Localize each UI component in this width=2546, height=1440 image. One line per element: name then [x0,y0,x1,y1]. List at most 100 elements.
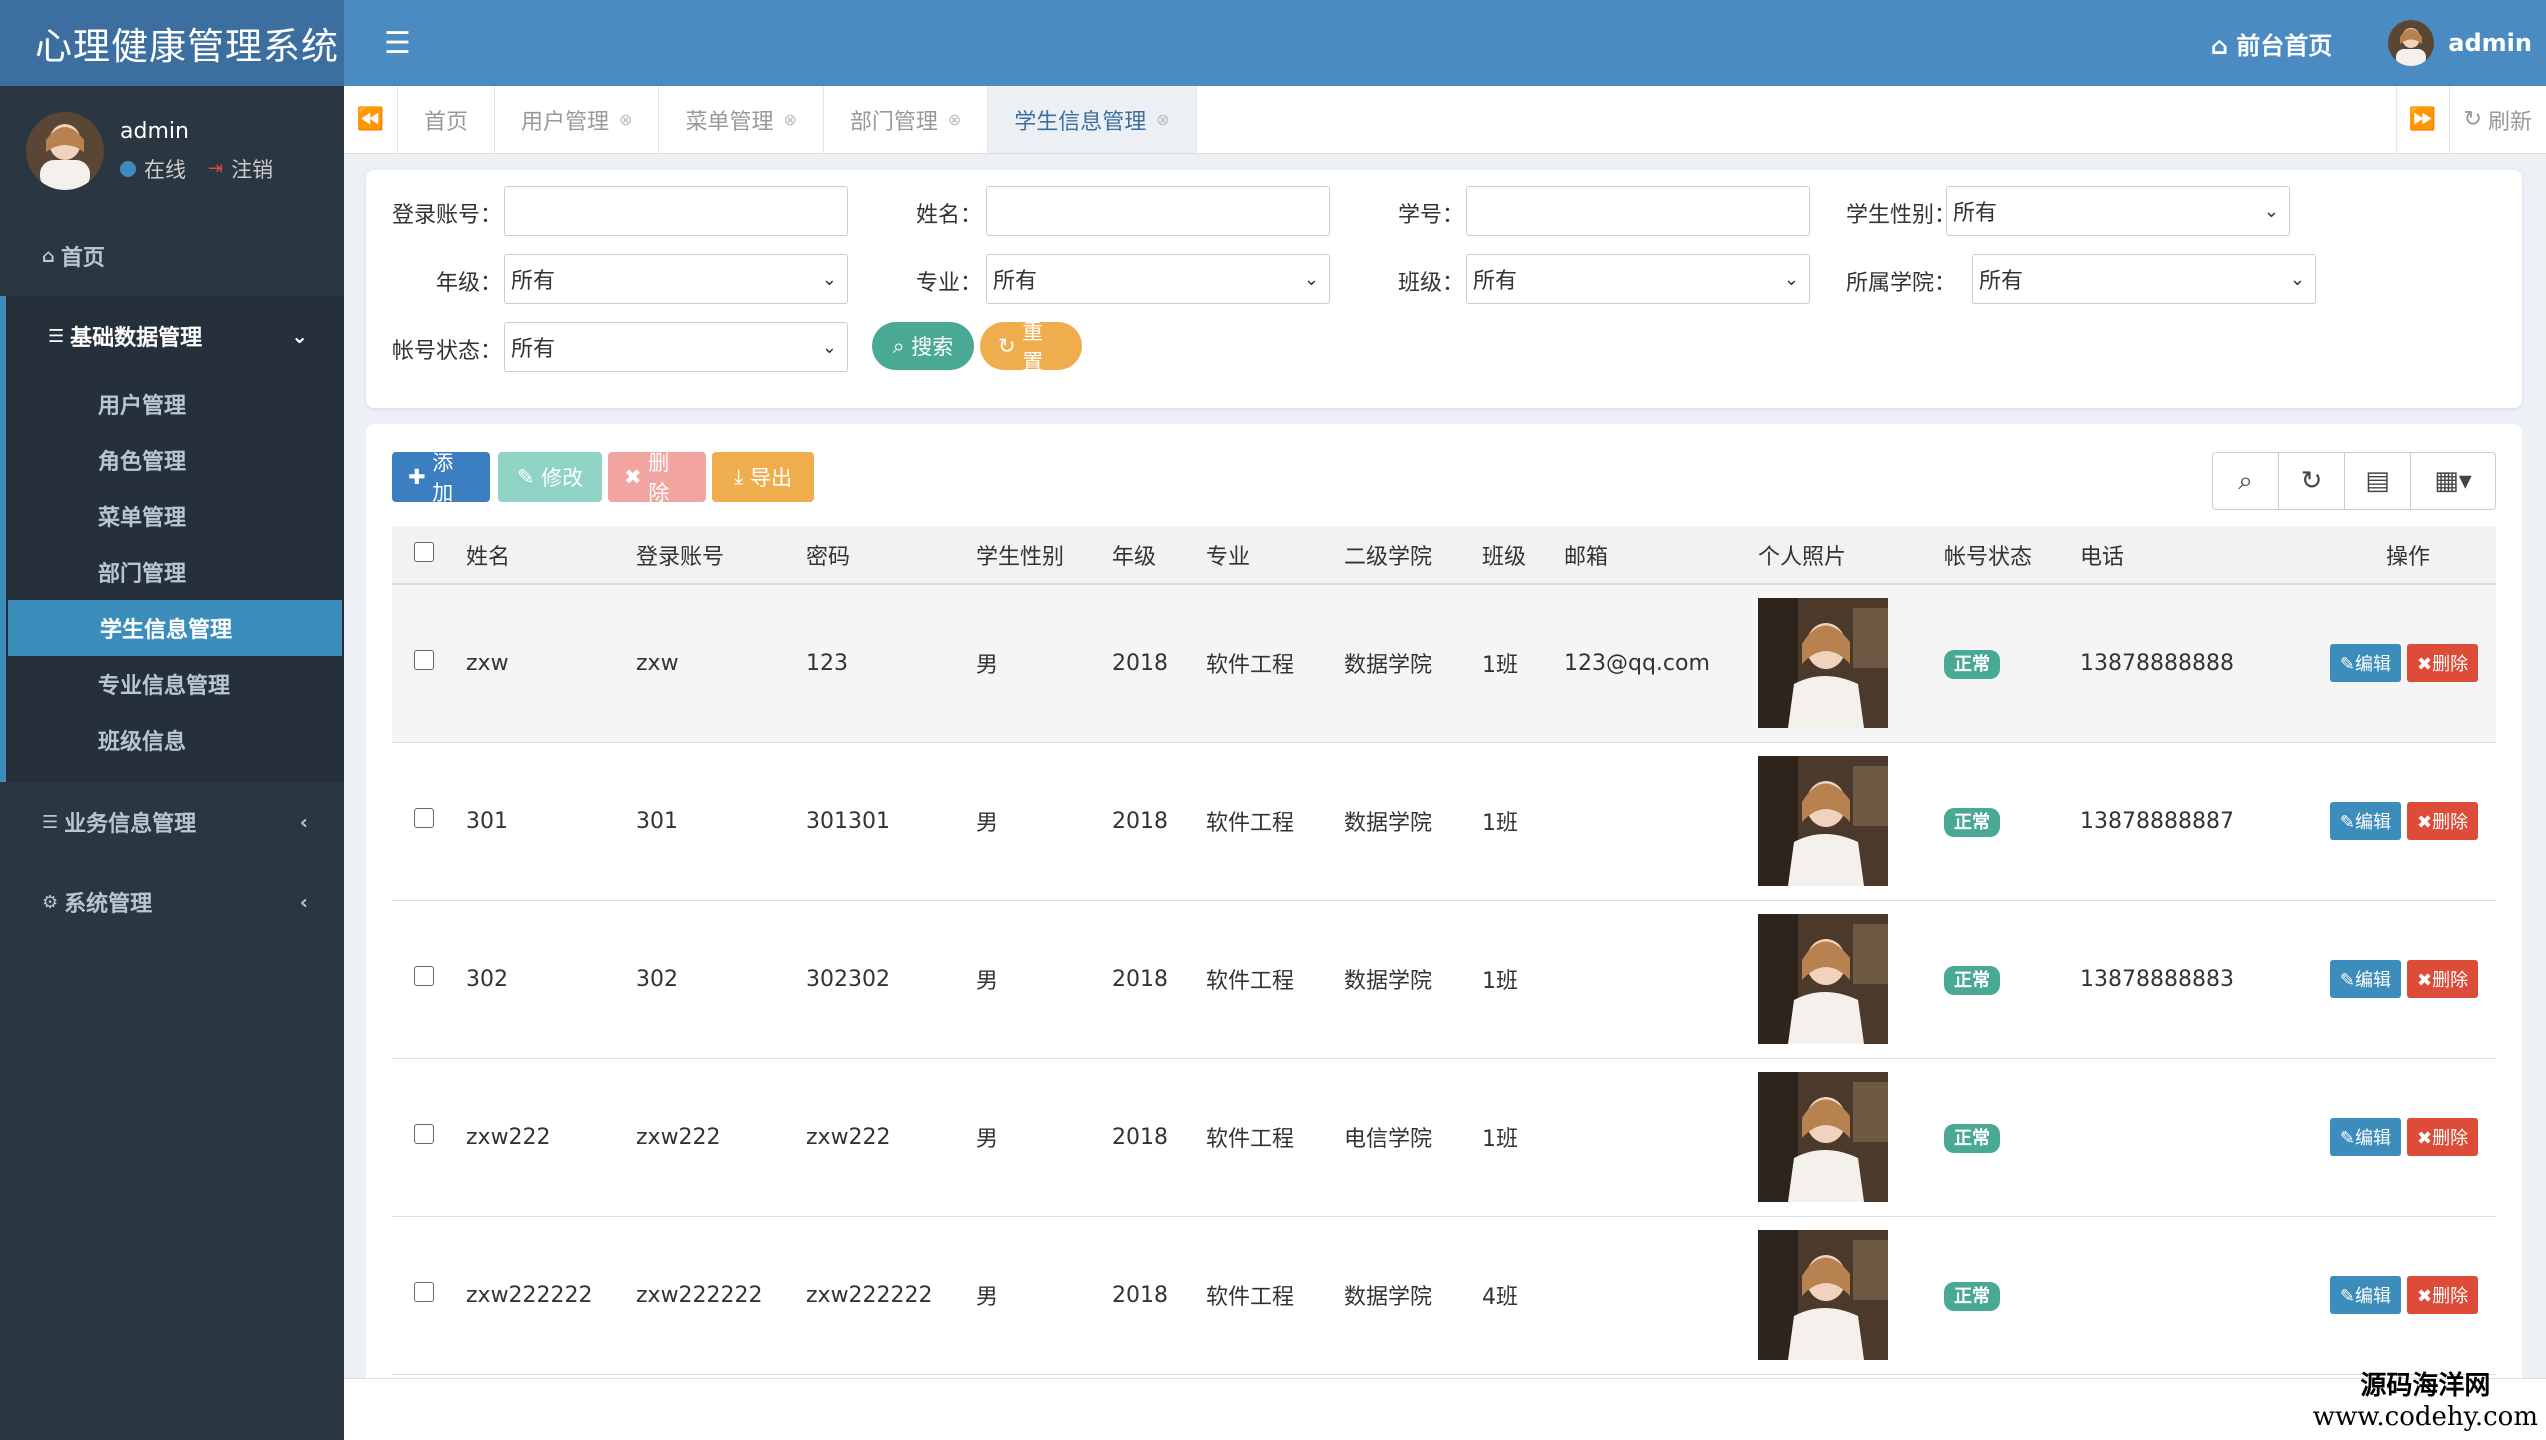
student-photo[interactable] [1758,1230,1888,1360]
tab-home[interactable]: 首页 [398,86,496,153]
col-header-email[interactable]: 邮箱 [1556,526,1750,585]
sidebar-item-user-mgmt[interactable]: 用户管理 [6,376,344,432]
cell-password: 301301 [798,742,968,901]
logout-icon[interactable]: ⇥ [208,158,223,179]
col-header-college[interactable]: 二级学院 [1336,526,1474,585]
name-input[interactable] [986,186,1330,236]
cell-class: 1班 [1474,1058,1556,1217]
table-row[interactable]: 301 301 301301 男 2018 软件工程 数据学院 1班 正常 13878888887… [392,742,2496,901]
edit-button[interactable]: ✎ 修改 [498,452,602,502]
col-header-account[interactable]: 登录账号 [628,526,798,585]
col-header-photo[interactable]: 个人照片 [1750,526,1936,585]
row-checkbox[interactable] [414,650,434,671]
sidebar-item-major-info[interactable]: 专业信息管理 [6,656,344,712]
sidebar-item-class-info[interactable]: 班级信息 [6,712,344,768]
tab-close-icon[interactable]: ⊗ [619,110,632,129]
row-delete-button[interactable]: ✖删除 [2407,644,2479,683]
chevron-down-icon: ⌄ [291,324,308,348]
tabs-next-icon[interactable]: ⏩ [2395,86,2450,153]
grade-select[interactable]: 所有 ⌄ [504,254,848,304]
row-delete-button[interactable]: ✖删除 [2407,960,2479,998]
table-row[interactable]: zxw222 zxw222 zxw222 男 2018 软件工程 电信学院 1班 正常 ✎编辑 ✖删… [392,1058,2496,1217]
download-icon: ⤓ [734,464,744,489]
row-delete-button[interactable]: ✖删除 [2407,802,2479,840]
hamburger-icon[interactable]: ☰ [384,26,411,61]
row-checkbox[interactable] [414,1282,434,1302]
row-edit-button[interactable]: ✎编辑 [2329,1118,2401,1156]
tab-user-mgmt[interactable]: 用户管理 ⊗ [495,86,660,153]
row-checkbox[interactable] [414,808,434,828]
row-checkbox[interactable] [414,966,434,986]
table-row[interactable]: zxw222222 zxw222222 zxw222222 男 2018 软件工程 数据学院… [392,1216,2496,1375]
student-no-label: 学号： [1397,203,1464,228]
sidebar-item-menu-mgmt[interactable]: 菜单管理 [6,488,344,544]
sidebar-item-system[interactable]: ⚙ 系统管理 ‹ [0,862,344,942]
export-button[interactable]: ⤓ 导出 [712,452,814,502]
col-header-password[interactable]: 密码 [798,526,968,585]
select-all-checkbox[interactable] [414,541,434,562]
search-button[interactable]: ⌕ 搜索 [872,322,974,370]
logout-link[interactable]: 注销 [231,154,273,184]
row-checkbox[interactable] [414,1124,434,1144]
search-icon[interactable]: ⌕ [2213,453,2279,509]
tab-close-icon[interactable]: ⊗ [1156,110,1169,129]
table-row[interactable]: 302 302 302302 男 2018 软件工程 数据学院 1班 正常 13878888883… [392,900,2496,1059]
tab-menu-mgmt[interactable]: 菜单管理 ⊗ [659,86,824,153]
columns-icon[interactable]: ▦▾ [2411,453,2495,509]
sidebar-item-dept-mgmt[interactable]: 部门管理 [6,544,344,600]
col-header-phone[interactable]: 电话 [2072,526,2312,585]
table-row[interactable]: zxw zxw 123 男 2018 软件工程 数据学院 1班 123@qq.com 正常 1387… [392,584,2496,743]
delete-button[interactable]: ✖ 删除 [608,451,706,505]
list-icon: ☰ [42,811,59,833]
col-header-class[interactable]: 班级 [1474,526,1556,585]
student-photo[interactable] [1758,598,1888,729]
col-header-status[interactable]: 帐号状态 [1936,526,2072,585]
add-button[interactable]: ✚ 添加 [392,451,490,505]
col-header-grade[interactable]: 年级 [1104,526,1198,585]
toggle-view-icon[interactable]: ▤ [2345,453,2411,509]
close-icon: ✖ [2417,1286,2433,1307]
cell-college: 数据学院 [1336,742,1474,901]
col-header-gender[interactable]: 学生性别 [968,526,1104,585]
refresh-icon[interactable]: ↻ [2279,453,2345,509]
sidebar-item-student-info[interactable]: 学生信息管理 [8,600,342,656]
cell-phone: 13878888887 [2072,742,2312,901]
tab-student-info[interactable]: 学生信息管理 ⊗ [988,86,1197,153]
student-photo[interactable] [1758,1072,1888,1202]
student-no-input[interactable] [1466,186,1810,236]
student-photo[interactable] [1758,756,1888,886]
row-edit-button[interactable]: ✎编辑 [2329,960,2401,998]
reset-button[interactable]: ↻ 重置 [980,320,1082,374]
major-select[interactable]: 所有 ⌄ [986,254,1330,304]
front-home-link[interactable]: ⌂ 前台首页 [2211,26,2333,61]
cell-gender: 男 [968,584,1104,743]
search-icon: ⌕ [892,333,905,358]
tab-dept-mgmt[interactable]: 部门管理 ⊗ [824,86,989,153]
col-header-name[interactable]: 姓名 [458,526,628,585]
sidebar-item-role-mgmt[interactable]: 角色管理 [6,432,344,488]
tab-close-icon[interactable]: ⊗ [783,110,796,129]
sidebar-item-basic-data[interactable]: ☰ 基础数据管理 ⌄ [6,296,344,376]
col-header-major[interactable]: 专业 [1198,526,1336,585]
col-header-actions: 操作 [2312,526,2496,585]
tabs-prev-icon[interactable]: ⏪ [344,86,398,153]
gender-select[interactable]: 所有 ⌄ [1946,186,2290,236]
cell-account: zxw222222 [628,1216,798,1375]
major-label: 专业： [915,271,982,296]
sidebar-item-business[interactable]: ☰ 业务信息管理 ‹ [0,782,344,862]
header-avatar[interactable] [2388,20,2435,66]
row-edit-button[interactable]: ✎编辑 [2329,802,2401,840]
status-select[interactable]: 所有 ⌄ [504,322,848,372]
row-edit-button[interactable]: ✎编辑 [2329,644,2401,683]
row-edit-button[interactable]: ✎编辑 [2329,1276,2401,1314]
sidebar-item-home[interactable]: ⌂ 首页 [0,216,344,296]
account-input[interactable] [504,186,848,236]
tab-close-icon[interactable]: ⊗ [948,110,961,129]
class-select[interactable]: 所有 ⌄ [1466,254,1810,304]
row-delete-button[interactable]: ✖删除 [2407,1276,2479,1314]
row-delete-button[interactable]: ✖删除 [2407,1118,2479,1156]
header-username[interactable]: admin [2448,29,2532,57]
college-select[interactable]: 所有 ⌄ [1972,254,2316,304]
student-photo[interactable] [1758,914,1888,1044]
tabs-refresh-button[interactable]: ↻ 刷新 [2450,86,2546,153]
